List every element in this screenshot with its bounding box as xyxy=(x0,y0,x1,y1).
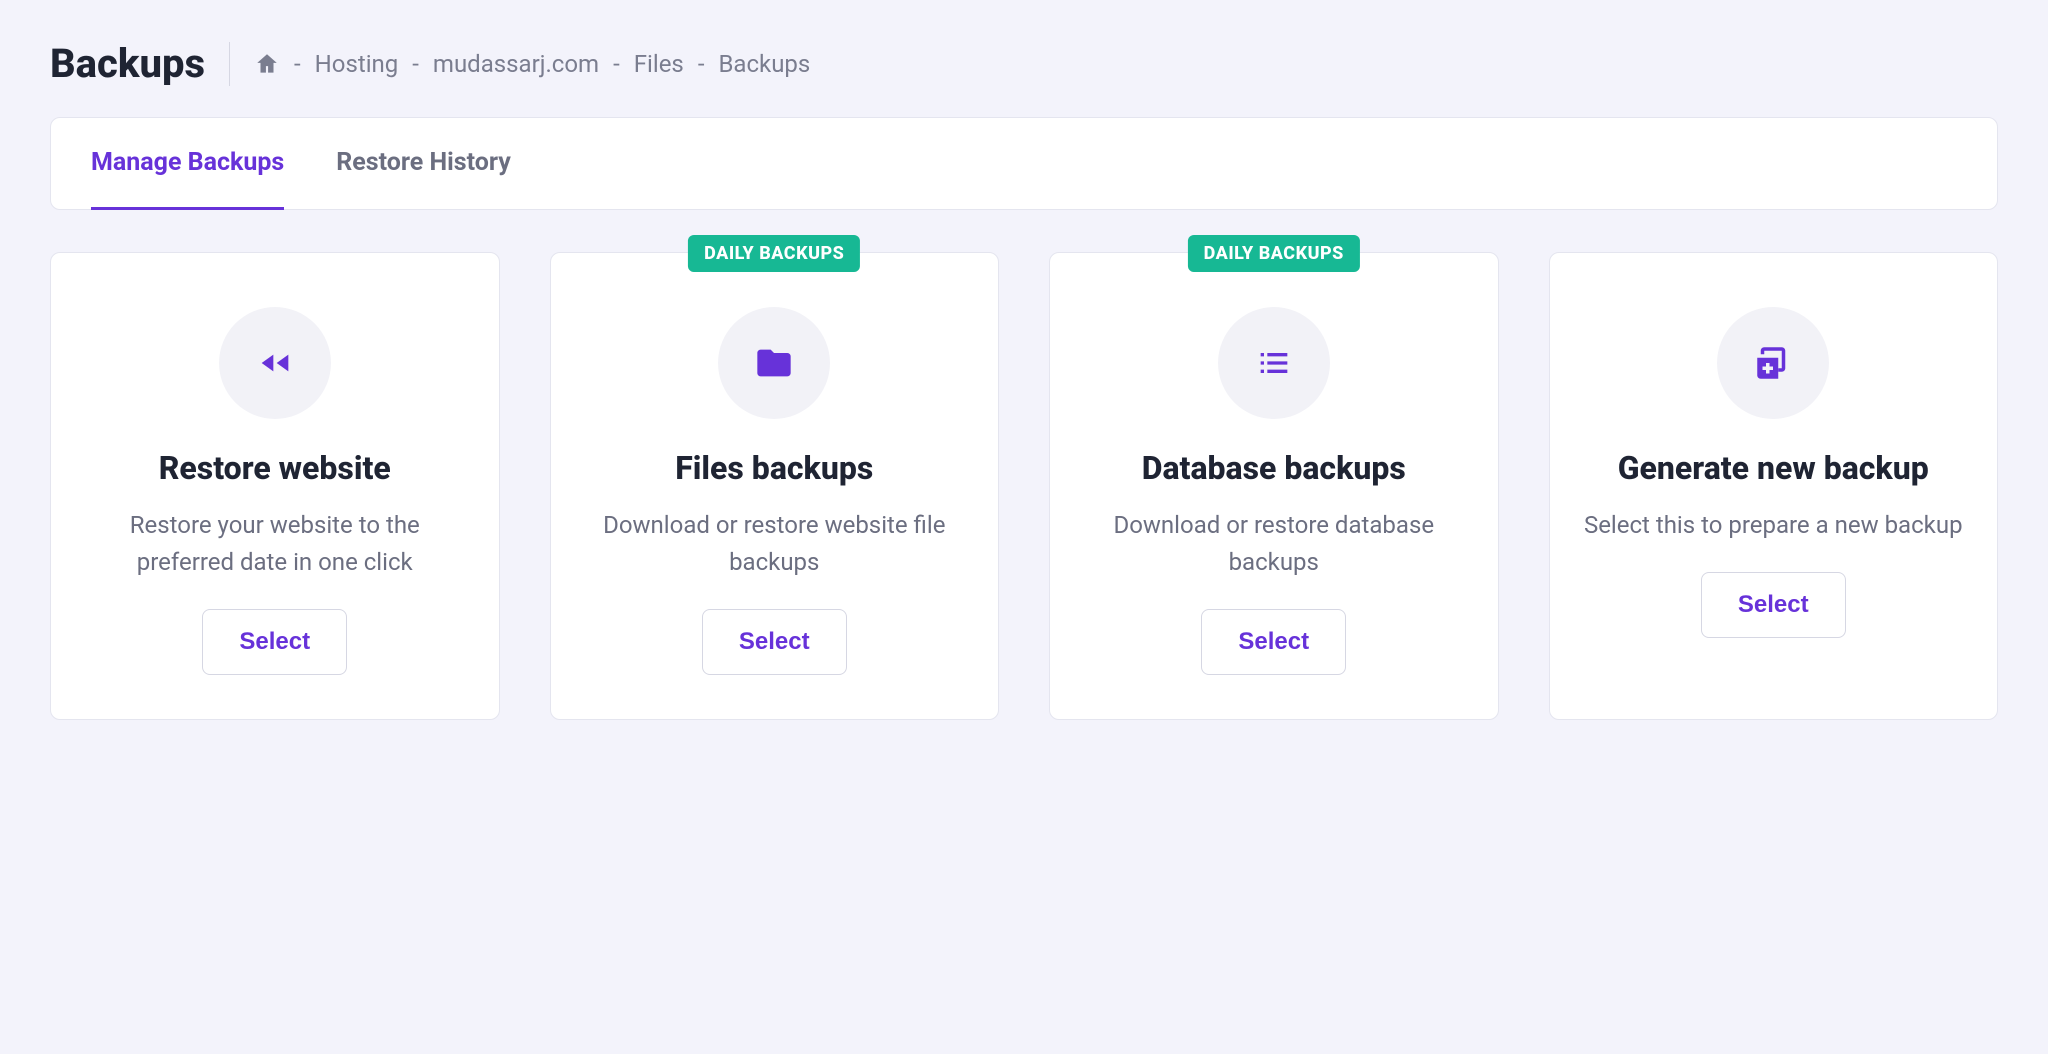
card-files-backups: DAILY BACKUPS Files backups Download or … xyxy=(550,252,1000,720)
cards-grid: Restore website Restore your website to … xyxy=(50,252,1998,720)
card-title: Files backups xyxy=(581,449,969,487)
card-generate-new-backup: Generate new backup Select this to prepa… xyxy=(1549,252,1999,720)
tab-manage-backups[interactable]: Manage Backups xyxy=(91,118,284,210)
card-description: Download or restore website file backups xyxy=(581,507,969,581)
card-restore-website: Restore website Restore your website to … xyxy=(50,252,500,720)
tabs: Manage Backups Restore History xyxy=(50,117,1998,210)
breadcrumb-files[interactable]: Files xyxy=(634,50,684,78)
breadcrumb-separator: - xyxy=(412,50,419,78)
select-button-database-backups[interactable]: Select xyxy=(1201,609,1346,675)
card-description: Restore your website to the preferred da… xyxy=(81,507,469,581)
breadcrumb: - Hosting - mudassarj.com - Files - Back… xyxy=(254,50,810,78)
folder-icon xyxy=(718,307,830,419)
daily-backups-badge: DAILY BACKUPS xyxy=(688,235,860,272)
add-copy-icon xyxy=(1717,307,1829,419)
card-description: Select this to prepare a new backup xyxy=(1580,507,1968,544)
card-database-backups: DAILY BACKUPS Database backups Download … xyxy=(1049,252,1499,720)
select-button-restore-website[interactable]: Select xyxy=(202,609,347,675)
breadcrumb-domain[interactable]: mudassarj.com xyxy=(433,50,599,78)
list-icon xyxy=(1218,307,1330,419)
card-description: Download or restore database backups xyxy=(1080,507,1468,581)
select-button-files-backups[interactable]: Select xyxy=(702,609,847,675)
page-title: Backups xyxy=(50,40,205,87)
card-title: Database backups xyxy=(1080,449,1468,487)
rewind-icon xyxy=(219,307,331,419)
daily-backups-badge: DAILY BACKUPS xyxy=(1188,235,1360,272)
card-title: Generate new backup xyxy=(1580,449,1968,487)
card-title: Restore website xyxy=(81,449,469,487)
home-icon[interactable] xyxy=(254,51,280,77)
breadcrumb-backups[interactable]: Backups xyxy=(718,50,810,78)
breadcrumb-separator: - xyxy=(294,50,301,78)
breadcrumb-hosting[interactable]: Hosting xyxy=(315,50,399,78)
header-divider xyxy=(229,42,230,86)
page-header: Backups - Hosting - mudassarj.com - File… xyxy=(50,40,1998,87)
breadcrumb-separator: - xyxy=(698,50,705,78)
select-button-generate-new-backup[interactable]: Select xyxy=(1701,572,1846,638)
tab-restore-history[interactable]: Restore History xyxy=(336,118,511,210)
breadcrumb-separator: - xyxy=(613,50,620,78)
